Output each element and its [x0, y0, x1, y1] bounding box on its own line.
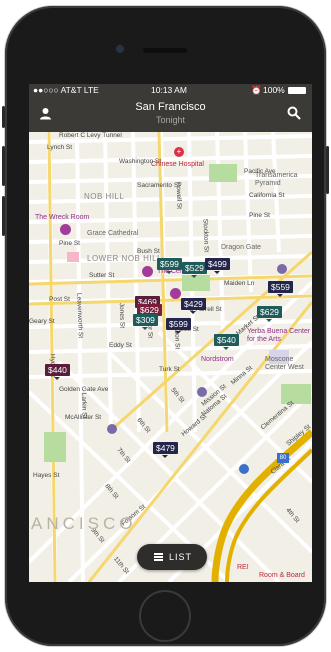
- street-label: Maiden Ln: [224, 280, 255, 287]
- transit-icon: [277, 264, 287, 274]
- hotel-price-pin[interactable]: $559: [268, 281, 293, 297]
- street-label: California St: [249, 192, 285, 199]
- poi-chinese-hospital[interactable]: Chinese Hospital: [151, 161, 204, 168]
- status-bar: ●●○○○ AT&T LTE 10:13 AM ⏰ 100%: [29, 84, 312, 97]
- hotel-price-pin[interactable]: $599: [166, 318, 191, 334]
- street-label: Sutter St: [89, 272, 115, 279]
- battery-percent: 100%: [263, 85, 285, 95]
- district-label: LOWER NOB HILL: [87, 254, 163, 263]
- street-label: Pine St: [59, 240, 80, 247]
- street-label: Geary St: [29, 318, 55, 325]
- street-label: Pine St: [249, 212, 270, 219]
- street-label: Powell St: [174, 181, 183, 210]
- home-button[interactable]: [139, 590, 191, 642]
- status-time: 10:13 AM: [151, 85, 187, 95]
- street-label: Eddy St: [109, 342, 132, 349]
- street-label: Jones St: [117, 302, 126, 329]
- battery-icon: [288, 87, 306, 94]
- city-watermark: ANCISCO: [31, 514, 137, 533]
- poi-moscone-west[interactable]: Moscone Center West: [265, 356, 312, 372]
- poi-nordstrom[interactable]: Nordstrom: [201, 356, 234, 363]
- hotel-price-pin[interactable]: $309: [133, 314, 158, 330]
- hotel-price-pin[interactable]: $440: [45, 364, 70, 380]
- transit-icon: [107, 424, 117, 434]
- street-label: Turk St: [159, 366, 180, 373]
- search-icon[interactable]: [287, 106, 301, 120]
- street-label: Larkin St: [79, 392, 88, 419]
- interstate-80-icon: 80: [277, 453, 289, 463]
- hospital-icon: +: [174, 147, 184, 157]
- hotel-price-pin[interactable]: $479: [153, 442, 178, 458]
- app-screen: ●●○○○ AT&T LTE 10:13 AM ⏰ 100% San Franc…: [29, 84, 312, 582]
- power-button: [326, 146, 329, 194]
- bar-icon: [170, 288, 181, 299]
- city-title: San Francisco: [135, 101, 206, 113]
- street-label: Stockton St: [201, 218, 210, 253]
- street-label: Sacramento St: [137, 182, 180, 189]
- bar-icon: [142, 266, 153, 277]
- list-button-label: LIST: [169, 552, 193, 562]
- street-label: Robert C Levy Tunnel: [59, 132, 122, 139]
- bar-icon: [60, 224, 71, 235]
- earpiece-speaker: [143, 48, 187, 53]
- highway-shield-icon: [239, 464, 249, 474]
- poi-room-and-board[interactable]: Room & Board: [259, 572, 305, 579]
- hotel-price-pin[interactable]: $540: [214, 334, 239, 350]
- street-label: Lynch St: [47, 144, 73, 151]
- volume-down-button: [2, 196, 5, 236]
- alarm-icon: ⏰: [251, 85, 262, 95]
- hotel-price-pin[interactable]: $629: [257, 306, 282, 322]
- map-view[interactable]: Robert C Levy Tunnel Lynch St Washington…: [29, 132, 312, 582]
- hotel-price-pin[interactable]: $429: [181, 298, 206, 314]
- carrier-signal: ●●○○○ AT&T LTE: [33, 85, 99, 95]
- hotel-price-pin[interactable]: $529: [182, 262, 207, 278]
- poi-transamerica[interactable]: Transamerica Pyramid: [255, 172, 311, 188]
- mute-switch: [2, 106, 5, 128]
- volume-up-button: [2, 146, 5, 186]
- poi-dragon-gate[interactable]: Dragon Gate: [221, 244, 261, 251]
- hotel-price-pin[interactable]: $499: [205, 258, 230, 274]
- poi-yerba-buena[interactable]: Yerba Buena Center for the Arts: [247, 328, 311, 344]
- poi-grace-cathedral[interactable]: Grace Cathedral: [87, 230, 138, 237]
- front-camera: [116, 45, 124, 53]
- district-label: NOB HILL: [84, 192, 125, 201]
- hotel-price-pin[interactable]: $599: [157, 258, 182, 274]
- date-subtitle: Tonight: [155, 115, 186, 125]
- street-label: Hayes St: [33, 472, 60, 479]
- transit-icon: [197, 387, 207, 397]
- list-icon: [154, 553, 163, 561]
- list-view-button[interactable]: LIST: [137, 544, 207, 570]
- poi-wreck-room[interactable]: The Wreck Room: [35, 214, 89, 221]
- street-label: Post St: [49, 296, 70, 303]
- poi-rei[interactable]: REI: [237, 564, 249, 571]
- nav-bar: San Francisco Tonight: [29, 97, 312, 132]
